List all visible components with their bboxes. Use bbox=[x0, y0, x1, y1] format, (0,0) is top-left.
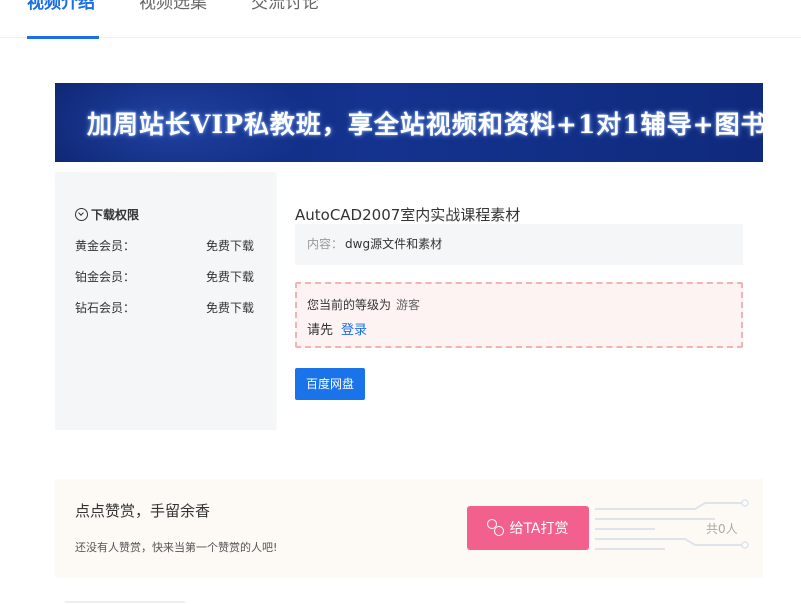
permission-row: 铂金会员： 免费下载 bbox=[75, 268, 255, 285]
tab-bar: 视频介绍 视频选集 交流讨论 bbox=[0, 0, 801, 39]
login-prompt-line: 请先 登录 bbox=[307, 319, 367, 338]
reward-subtitle: 还没有人赞赏，快来当第一个赞赏的人吧! bbox=[75, 541, 278, 554]
vip-banner[interactable]: 加周站长VIP私教班，享全站视频和资料+1对1辅导+图书 bbox=[55, 83, 763, 162]
user-level-line: 您当前的等级为 游客 bbox=[307, 296, 420, 313]
reward-button-label: 给TA打赏 bbox=[509, 521, 569, 537]
permission-value: 免费下载 bbox=[206, 270, 255, 284]
login-notice: 您当前的等级为 游客 请先 登录 bbox=[295, 282, 743, 348]
download-permissions: 下载权限 黄金会员： 免费下载 铂金会员： 免费下载 钻石会员： 免费下载 bbox=[55, 172, 275, 430]
coins-icon bbox=[487, 519, 505, 537]
baidu-pan-button[interactable]: 百度网盘 bbox=[295, 368, 365, 400]
permission-level: 铂金会员： bbox=[75, 270, 136, 284]
login-link[interactable]: 登录 bbox=[341, 323, 367, 338]
reward-title: 点点赞赏，手留余香 bbox=[75, 502, 211, 520]
tab-video-intro[interactable]: 视频介绍 bbox=[27, 0, 95, 18]
download-panel: 下载权限 黄金会员： 免费下载 铂金会员： 免费下载 钻石会员： 免费下载 Au… bbox=[55, 172, 763, 430]
login-prompt: 请先 bbox=[307, 323, 334, 338]
permissions-title-text: 下载权限 bbox=[91, 208, 140, 222]
resource-info: AutoCAD2007室内实战课程素材 内容： dwg源文件和素材 您当前的等级为… bbox=[277, 172, 763, 430]
permission-value: 免费下载 bbox=[206, 239, 255, 253]
permission-level: 钻石会员： bbox=[75, 301, 136, 315]
permission-level: 黄金会员： bbox=[75, 239, 136, 253]
divider bbox=[65, 601, 185, 603]
tab-video-episodes[interactable]: 视频选集 bbox=[139, 0, 207, 18]
download-icon bbox=[75, 208, 88, 221]
reward-button[interactable]: 给TA打赏 bbox=[467, 506, 589, 550]
permission-row: 钻石会员： 免费下载 bbox=[75, 299, 255, 316]
active-tab-indicator bbox=[27, 36, 99, 39]
reward-section: 点点赞赏，手留余香 还没有人赞赏，快来当第一个赞赏的人吧! 给TA打赏 共0人 bbox=[55, 479, 763, 578]
resource-title: AutoCAD2007室内实战课程素材 bbox=[295, 206, 521, 224]
banner-text: 加周站长VIP私教班，享全站视频和资料+1对1辅导+图书 bbox=[87, 110, 763, 139]
content-value: dwg源文件和素材 bbox=[345, 237, 443, 251]
page-card: 视频介绍 视频选集 交流讨论 加周站长VIP私教班，享全站视频和资料+1对1辅导… bbox=[0, 0, 801, 604]
resource-content: 内容： dwg源文件和素材 bbox=[295, 224, 743, 265]
permission-row: 黄金会员： 免费下载 bbox=[75, 237, 255, 254]
reward-count: 共0人 bbox=[706, 522, 738, 536]
content-label: 内容： bbox=[307, 237, 344, 251]
user-level-value: 游客 bbox=[396, 298, 421, 312]
permissions-title: 下载权限 bbox=[75, 206, 139, 223]
tab-discussion[interactable]: 交流讨论 bbox=[251, 0, 319, 18]
permission-value: 免费下载 bbox=[206, 301, 255, 315]
user-level-text: 您当前的等级为 bbox=[307, 298, 392, 312]
